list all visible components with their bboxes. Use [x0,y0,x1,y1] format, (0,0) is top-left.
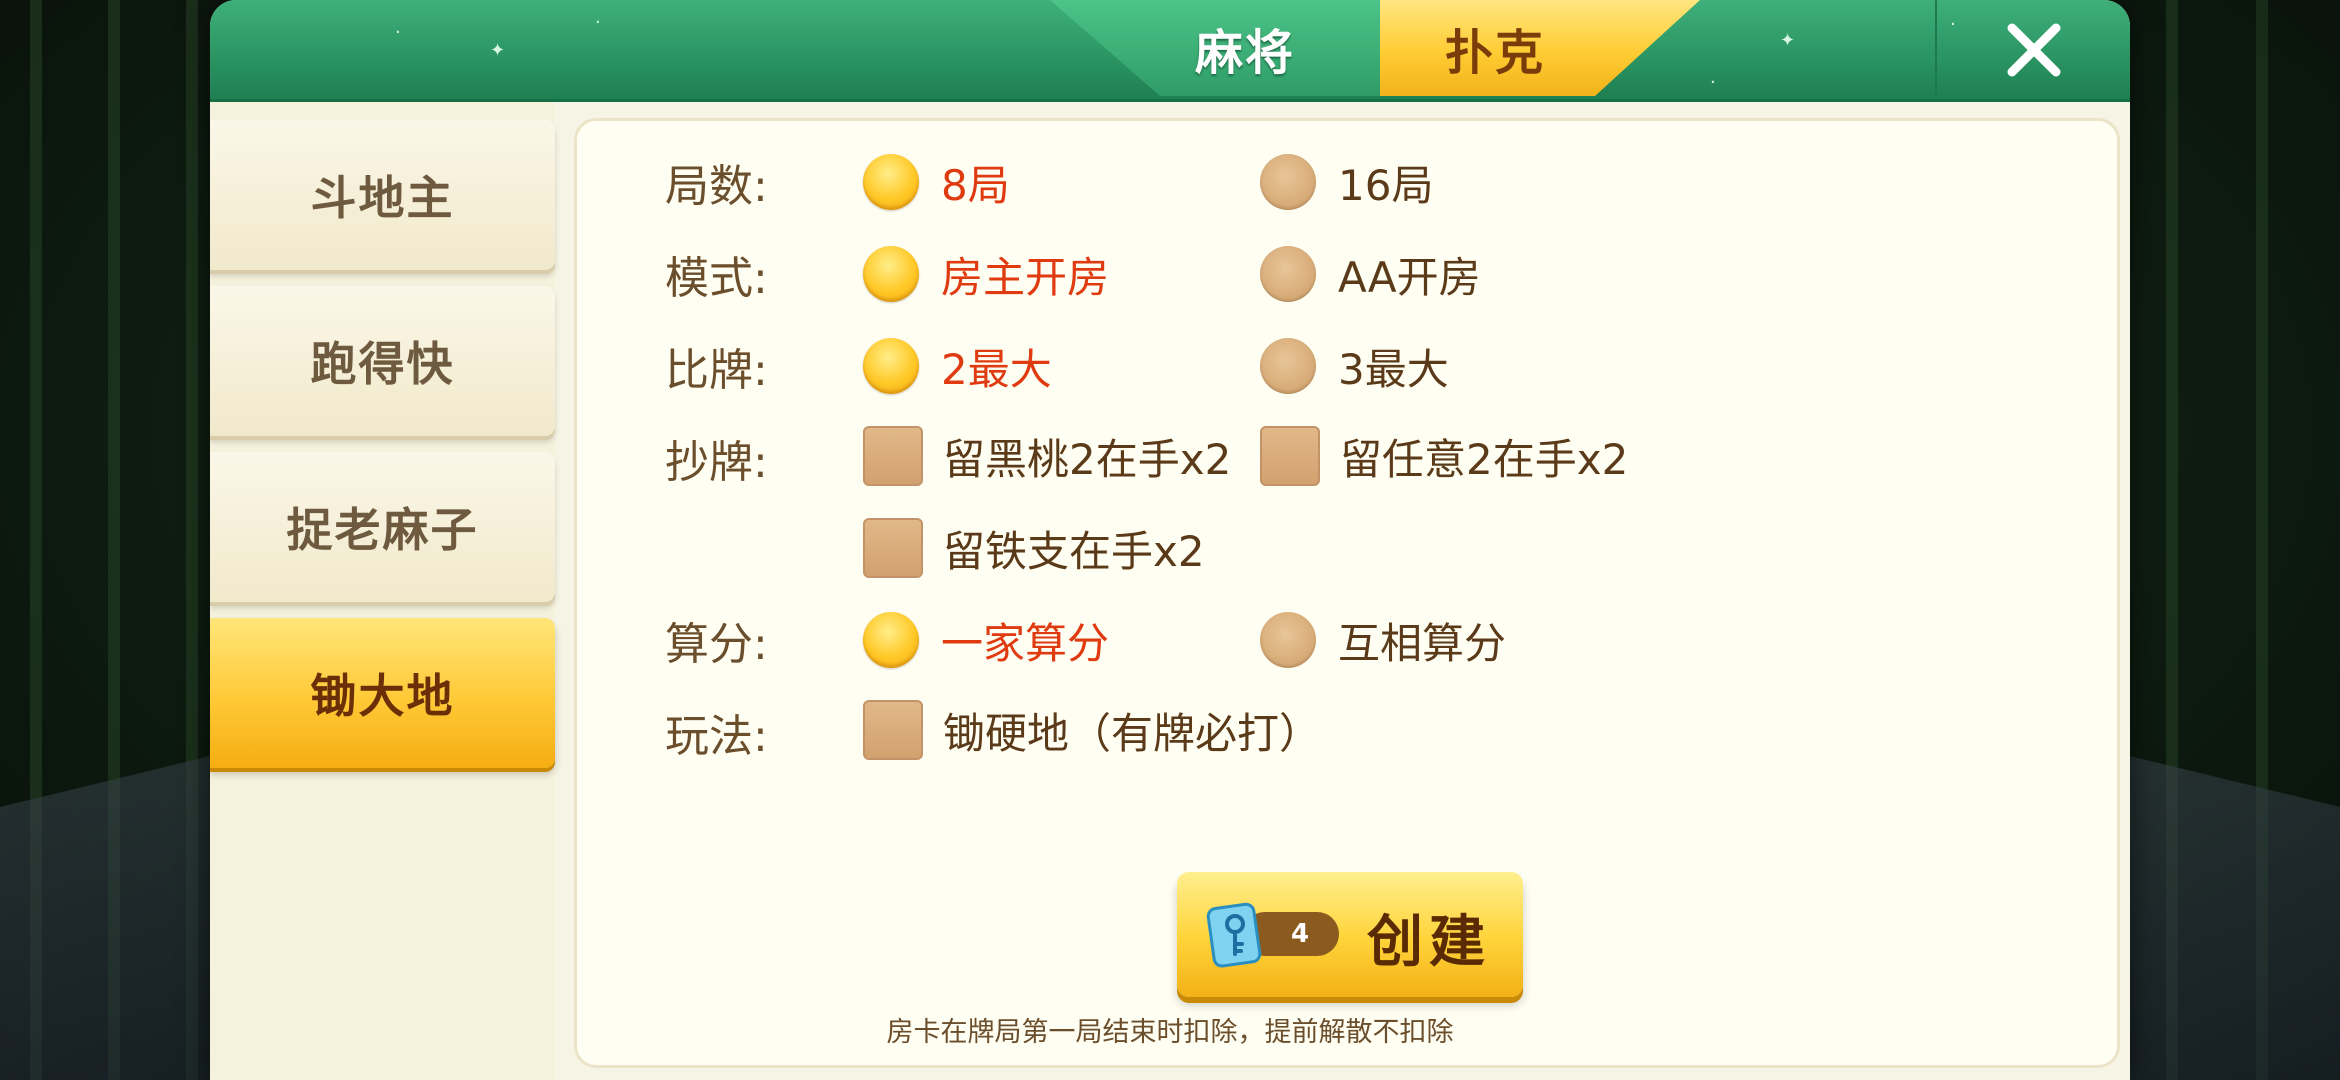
checkbox[interactable] [863,700,923,760]
sidebar-item-label: 捉老麻子 [286,503,479,557]
scoring-label: 算分: [665,619,768,670]
room-card-key-icon [1206,902,1262,968]
sparkle-icon: · [395,22,401,43]
sparkle-icon: ✦ [490,40,506,61]
radio-button[interactable] [863,612,919,668]
tab-poker-label: 扑克 [1444,25,1545,81]
option-label: 留黑桃2在手x2 [943,434,1232,484]
option-label: AA开房 [1338,252,1481,302]
sidebar-item-label: 跑得快 [310,337,455,391]
checkbox[interactable] [863,518,923,578]
sidebar-item-doudizhu[interactable]: 斗地主 [210,120,555,270]
radio-button[interactable] [863,154,919,210]
copy-option-spade2[interactable]: 留黑桃2在手x2 [863,426,1231,486]
radio-button[interactable] [1260,154,1316,210]
option-label: 留铁支在手x2 [943,526,1205,576]
dialog-header: ✦ · · ✦ · · 麻将 扑克 [210,0,2130,102]
checkbox[interactable] [863,426,923,486]
sidebar-item-chudadi[interactable]: 锄大地 [210,618,555,768]
scoring-option-single[interactable]: 一家算分 [863,610,1109,670]
close-button[interactable] [1935,0,2130,100]
sparkle-icon: · [595,12,601,33]
compare-option-2[interactable]: 2最大 [863,336,1052,396]
play-option-hard[interactable]: 锄硬地（有牌必打） [863,700,1321,760]
close-icon [2007,23,2060,77]
game-category-tabs: 麻将 扑克 [1050,0,1700,98]
option-label: 房主开房 [941,252,1110,302]
compare-label: 比牌: [665,345,768,396]
option-label: 一家算分 [941,618,1110,668]
radio-button[interactable] [1260,338,1316,394]
radio-button[interactable] [1260,612,1316,668]
mode-option-host[interactable]: 房主开房 [863,244,1109,304]
option-label: 3最大 [1338,344,1449,394]
option-label: 锄硬地（有牌必打） [943,708,1322,758]
option-label: 留任意2在手x2 [1340,434,1629,484]
copy-option-any2[interactable]: 留任意2在手x2 [1260,426,1628,486]
tab-mahjong[interactable]: 麻将 [1050,0,1380,96]
option-label: 16局 [1338,160,1434,210]
rounds-option-8[interactable]: 8局 [863,152,1010,212]
scoring-option-mutual[interactable]: 互相算分 [1260,610,1506,670]
create-button-label: 创建 [1367,910,1491,975]
game-type-sidebar: 斗地主 跑得快 捉老麻子 锄大地 [210,102,555,1080]
sidebar-item-label: 斗地主 [310,171,455,225]
mode-option-aa[interactable]: AA开房 [1260,244,1481,304]
radio-button[interactable] [1260,246,1316,302]
compare-option-3[interactable]: 3最大 [1260,336,1449,396]
sidebar-item-zhuolaomazi[interactable]: 捉老麻子 [210,452,555,602]
rounds-option-16[interactable]: 16局 [1260,152,1433,212]
radio-button[interactable] [863,338,919,394]
sidebar-item-paodekuai[interactable]: 跑得快 [210,286,555,436]
option-label: 8局 [941,160,1010,210]
checkbox[interactable] [1260,426,1320,486]
radio-button[interactable] [863,246,919,302]
sparkle-icon: ✦ [1780,30,1796,51]
play-label: 玩法: [665,711,768,762]
tab-mahjong-label: 麻将 [1194,25,1295,81]
room-card-note: 房卡在牌局第一局结束时扣除，提前解散不扣除 [886,1017,1454,1048]
copy-option-tiezhi[interactable]: 留铁支在手x2 [863,518,1205,578]
sparkle-icon: · [1710,72,1716,93]
sidebar-item-label: 锄大地 [310,669,455,723]
copy-label: 抄牌: [665,437,768,488]
mode-label: 模式: [665,253,768,304]
option-label: 2最大 [941,344,1052,394]
rounds-label: 局数: [665,161,768,212]
create-button[interactable]: 4 创建 [1177,872,1523,997]
tab-poker[interactable]: 扑克 [1380,0,1700,96]
option-label: 互相算分 [1338,618,1507,668]
